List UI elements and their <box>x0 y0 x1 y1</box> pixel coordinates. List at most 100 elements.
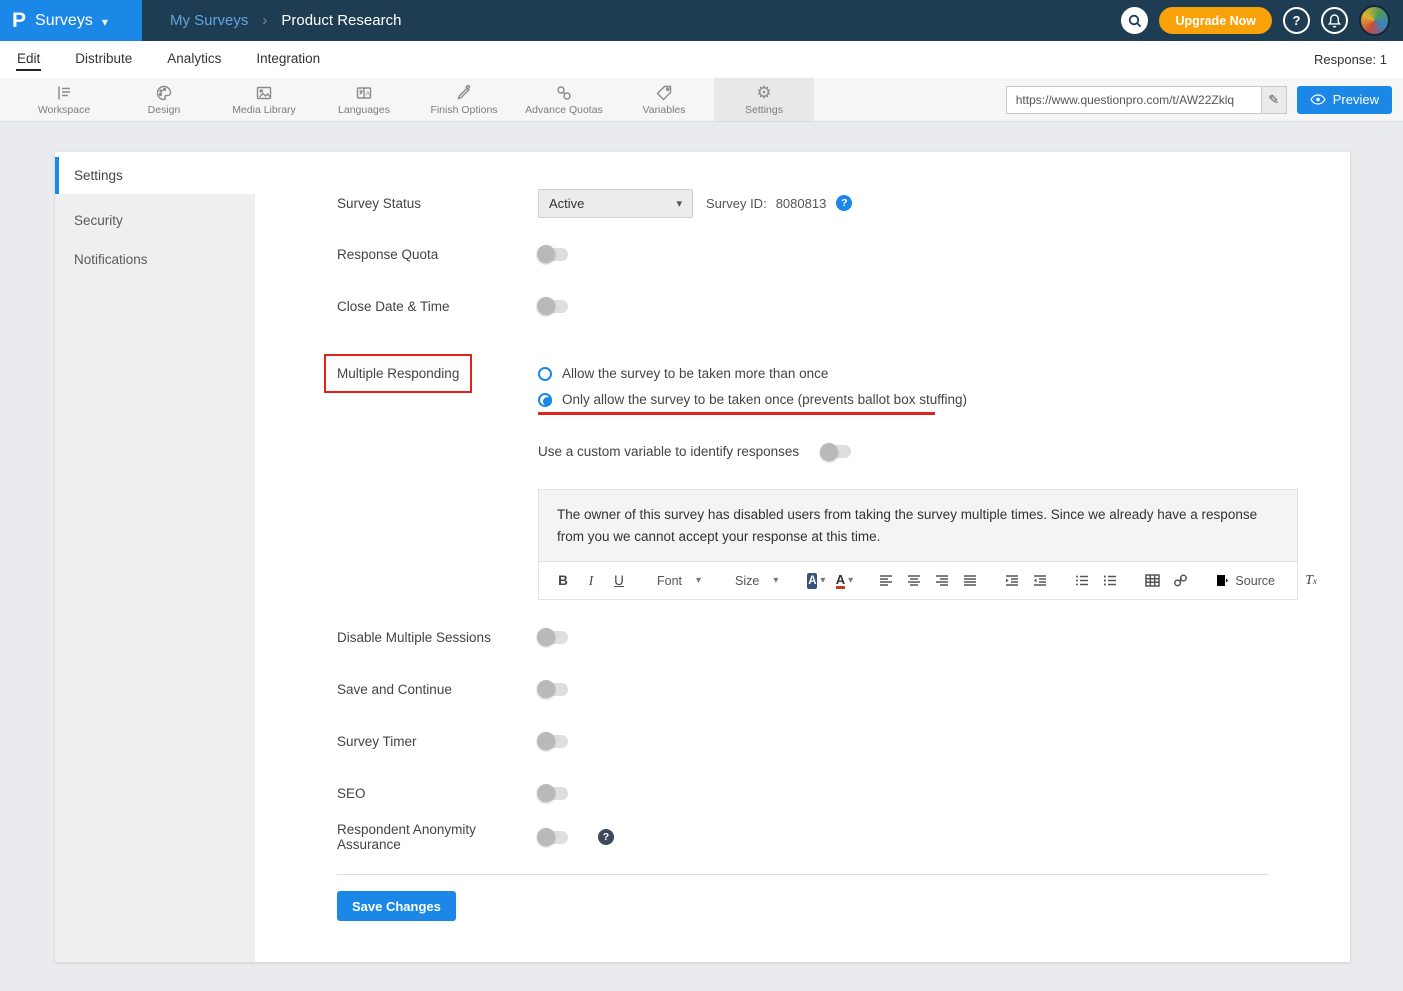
radio-option-once-only[interactable]: Only allow the survey to be taken once (… <box>538 392 967 407</box>
align-right-icon <box>935 574 949 587</box>
toolbar-item-finish-options[interactable]: Finish Options <box>414 78 514 121</box>
align-justify-icon <box>963 574 977 587</box>
align-center-button[interactable] <box>902 569 926 593</box>
radio-option-multiple-allowed[interactable]: Allow the survey to be taken more than o… <box>538 366 967 381</box>
sidebar-item-security[interactable]: Security <box>55 201 255 240</box>
image-icon <box>255 83 273 102</box>
survey-id-help-icon[interactable]: ? <box>836 195 852 211</box>
breadcrumb-separator-icon: › <box>262 12 267 29</box>
toolbar-item-design[interactable]: Design <box>114 78 214 121</box>
custom-variable-label: Use a custom variable to identify respon… <box>538 444 799 459</box>
survey-timer-toggle[interactable] <box>538 735 568 748</box>
settings-form: Survey Status Active ▾ Survey ID: 808081… <box>255 152 1350 962</box>
preview-label: Preview <box>1333 92 1379 107</box>
text-color-button[interactable]: A ▾ <box>832 569 856 593</box>
chevron-down-icon: ▾ <box>696 575 701 586</box>
numbered-list-button[interactable] <box>1098 569 1122 593</box>
anonymity-help-icon[interactable]: ? <box>598 829 614 845</box>
source-button[interactable]: Source <box>1210 574 1281 588</box>
insert-link-button[interactable] <box>1168 569 1192 593</box>
indent-increase-button[interactable] <box>1000 569 1024 593</box>
survey-url-input[interactable] <box>1006 86 1261 114</box>
chevron-down-icon: ▾ <box>676 197 682 210</box>
align-right-button[interactable] <box>930 569 954 593</box>
size-dropdown-label: Size <box>735 574 759 588</box>
tab-edit[interactable]: Edit <box>16 48 41 71</box>
multiple-responding-annotation-box: Multiple Responding <box>324 354 472 393</box>
svg-text:A: A <box>366 90 371 97</box>
align-left-button[interactable] <box>874 569 898 593</box>
topbar: P Surveys ▾ My Surveys › Product Researc… <box>0 0 1403 41</box>
background-color-button[interactable]: A ▾ <box>804 569 828 593</box>
toolbar-item-media-library[interactable]: Media Library <box>214 78 314 121</box>
topbar-actions: Upgrade Now ? <box>1121 5 1403 36</box>
search-icon <box>1127 13 1143 29</box>
save-continue-toggle[interactable] <box>538 683 568 696</box>
survey-status-row: Survey Status Active ▾ Survey ID: 808081… <box>337 188 1350 218</box>
tab-distribute[interactable]: Distribute <box>74 48 133 71</box>
settings-sidebar: Settings Security Notifications <box>55 152 255 962</box>
survey-status-label: Survey Status <box>337 196 538 211</box>
toolbar-item-settings[interactable]: ⚙ Settings <box>714 78 814 121</box>
bullet-list-button[interactable] <box>1070 569 1094 593</box>
product-switcher[interactable]: P Surveys ▾ <box>0 0 142 41</box>
remove-format-button[interactable]: Tx <box>1299 569 1323 593</box>
bold-button[interactable]: B <box>551 569 575 593</box>
anonymity-toggle[interactable] <box>538 831 568 844</box>
help-button[interactable]: ? <box>1283 7 1310 34</box>
sidebar-item-notifications[interactable]: Notifications <box>55 240 255 279</box>
disabled-message-text[interactable]: The owner of this survey has disabled us… <box>539 490 1297 561</box>
save-continue-label: Save and Continue <box>337 682 538 697</box>
source-label: Source <box>1235 574 1275 588</box>
notifications-button[interactable] <box>1321 7 1348 34</box>
tab-analytics[interactable]: Analytics <box>166 48 222 71</box>
disable-sessions-row: Disable Multiple Sessions <box>337 627 1350 647</box>
radio-selected-icon <box>538 393 552 407</box>
indent-decrease-button[interactable] <box>1028 569 1052 593</box>
disable-sessions-label: Disable Multiple Sessions <box>337 630 538 645</box>
sidebar-panel: Security Notifications <box>55 194 255 962</box>
editor-toolbar: B I U Font ▾ Size ▾ A <box>539 561 1297 599</box>
close-date-toggle[interactable] <box>538 300 568 313</box>
survey-status-select[interactable]: Active ▾ <box>538 189 693 218</box>
search-button[interactable] <box>1121 7 1148 34</box>
survey-id-value: 8080813 <box>776 196 827 211</box>
italic-button[interactable]: I <box>579 569 603 593</box>
sidebar-item-label: Security <box>74 213 123 228</box>
insert-table-button[interactable] <box>1140 569 1164 593</box>
sidebar-item-settings[interactable]: Settings <box>55 157 255 194</box>
size-dropdown[interactable]: Size ▾ <box>727 569 786 593</box>
toolbar-item-variables[interactable]: Variables <box>614 78 714 121</box>
response-quota-toggle[interactable] <box>538 248 568 261</box>
custom-variable-toggle[interactable] <box>821 445 851 458</box>
toolbar-item-advance-quotas[interactable]: Advance Quotas <box>514 78 614 121</box>
align-justify-button[interactable] <box>958 569 982 593</box>
preview-button[interactable]: Preview <box>1297 86 1392 114</box>
toolbar-item-languages[interactable]: A Languages <box>314 78 414 121</box>
user-avatar[interactable] <box>1359 5 1390 36</box>
font-dropdown[interactable]: Font ▾ <box>649 569 709 593</box>
multiple-responding-label: Multiple Responding <box>337 366 459 381</box>
sidebar-item-label: Notifications <box>74 252 148 267</box>
workspace-icon <box>55 83 73 102</box>
seo-toggle[interactable] <box>538 787 568 800</box>
survey-url-group: ✎ <box>1006 86 1287 114</box>
remove-format-sub: x <box>1313 576 1317 586</box>
save-changes-button[interactable]: Save Changes <box>337 891 456 921</box>
edit-url-button[interactable]: ✎ <box>1261 86 1287 114</box>
gear-icon: ⚙ <box>756 83 771 102</box>
upgrade-button[interactable]: Upgrade Now <box>1159 7 1272 34</box>
toolbar-item-label: Design <box>148 104 181 116</box>
response-quota-label: Response Quota <box>337 247 538 262</box>
background-color-icon: A <box>807 573 817 589</box>
disable-sessions-toggle[interactable] <box>538 631 568 644</box>
tab-integration[interactable]: Integration <box>255 48 321 71</box>
quota-links-icon <box>555 83 573 102</box>
chevron-down-icon: ▾ <box>820 575 825 586</box>
breadcrumb-my-surveys[interactable]: My Surveys <box>170 12 248 29</box>
underline-button[interactable]: U <box>607 569 631 593</box>
indent-increase-icon <box>1005 574 1019 587</box>
toolbar-item-workspace[interactable]: Workspace <box>14 78 114 121</box>
radio-option-label: Only allow the survey to be taken once (… <box>562 392 967 407</box>
custom-variable-row: Use a custom variable to identify respon… <box>538 444 1350 459</box>
